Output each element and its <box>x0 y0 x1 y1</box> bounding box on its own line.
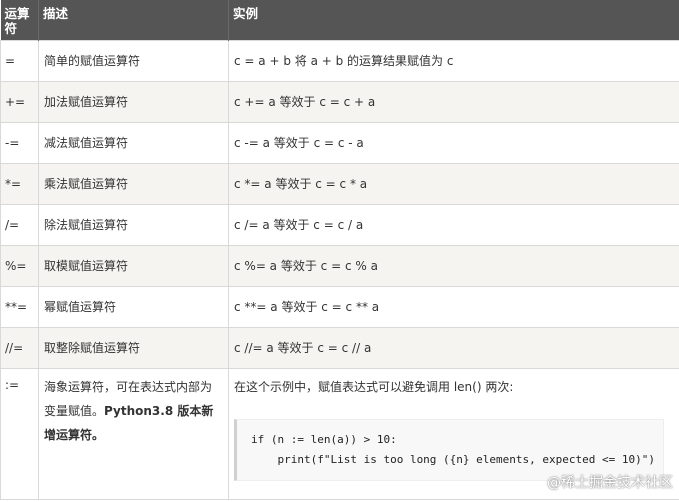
cell-description: 简单的赋值运算符 <box>38 40 229 82</box>
cell-example: c = a + b 将 a + b 的运算结果赋值为 c <box>228 40 679 82</box>
cell-operator: %= <box>0 245 39 287</box>
cell-example: c += a 等效于 c = c + a <box>228 81 679 123</box>
cell-operator: //= <box>0 327 39 369</box>
table-row: //= 取整除赋值运算符 c //= a 等效于 c = c // a <box>0 327 679 369</box>
cell-description: 取模赋值运算符 <box>38 245 229 287</box>
cell-operator: /= <box>0 204 39 246</box>
cell-description: 除法赋值运算符 <box>38 204 229 246</box>
cell-description: 海象运算符，可在表达式内部为变量赋值。Python3.8 版本新增运算符。 <box>38 368 229 500</box>
cell-operator: *= <box>0 163 39 205</box>
watermark-text: @稀土掘金技术社区 <box>547 475 673 491</box>
walrus-example-text: 在这个示例中，赋值表达式可以避免调用 len() 两次: <box>234 380 514 394</box>
cell-operator: **= <box>0 286 39 328</box>
table-row: **= 幂赋值运算符 c **= a 等效于 c = c ** a <box>0 286 679 328</box>
code-line: if (n := len(a)) > 10: <box>251 433 397 446</box>
table-row: = 简单的赋值运算符 c = a + b 将 a + b 的运算结果赋值为 c <box>0 40 679 82</box>
assignment-operators-table: 运算符 描述 实例 = 简单的赋值运算符 c = a + b 将 a + b 的… <box>0 0 679 500</box>
cell-operator: -= <box>0 122 39 164</box>
cell-description: 减法赋值运算符 <box>38 122 229 164</box>
walrus-description: 海象运算符，可在表达式内部为变量赋值。Python3.8 版本新增运算符。 <box>44 375 223 447</box>
table-row: += 加法赋值运算符 c += a 等效于 c = c + a <box>0 81 679 123</box>
cell-example: c *= a 等效于 c = c * a <box>228 163 679 205</box>
cell-example: c /= a 等效于 c = c / a <box>228 204 679 246</box>
table-row: -= 减法赋值运算符 c -= a 等效于 c = c - a <box>0 122 679 164</box>
code-line: print(f"List is too long ({n} elements, … <box>251 453 655 466</box>
cell-example: c **= a 等效于 c = c ** a <box>228 286 679 328</box>
cell-operator: += <box>0 81 39 123</box>
table-row: *= 乘法赋值运算符 c *= a 等效于 c = c * a <box>0 163 679 205</box>
cell-example: c //= a 等效于 c = c // a <box>228 327 679 369</box>
cell-description: 取整除赋值运算符 <box>38 327 229 369</box>
header-description: 描述 <box>38 0 229 41</box>
cell-description: 乘法赋值运算符 <box>38 163 229 205</box>
cell-example: c -= a 等效于 c = c - a <box>228 122 679 164</box>
table-row: %= 取模赋值运算符 c %= a 等效于 c = c % a <box>0 245 679 287</box>
cell-operator: := <box>0 368 39 500</box>
header-example: 实例 <box>228 0 679 41</box>
table-row: /= 除法赋值运算符 c /= a 等效于 c = c / a <box>0 204 679 246</box>
cell-description: 幂赋值运算符 <box>38 286 229 328</box>
cell-operator: = <box>0 40 39 82</box>
header-operator: 运算符 <box>0 0 39 41</box>
cell-example: c %= a 等效于 c = c % a <box>228 245 679 287</box>
table-header-row: 运算符 描述 实例 <box>0 0 679 41</box>
cell-description: 加法赋值运算符 <box>38 81 229 123</box>
